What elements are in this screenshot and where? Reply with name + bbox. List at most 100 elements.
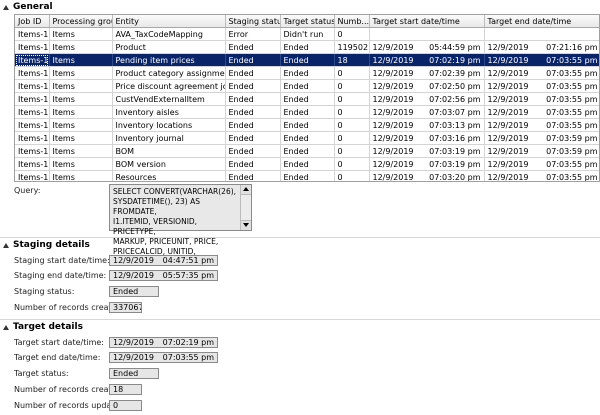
staging-status-cell[interactable]: Ended xyxy=(225,118,281,132)
number-cell[interactable]: 0 xyxy=(334,105,370,119)
entity-cell[interactable]: CustVendExternalItem xyxy=(112,92,226,106)
job-id-cell[interactable]: Items-1 xyxy=(15,66,50,80)
staging-status-cell[interactable]: Ended xyxy=(225,157,281,171)
entity-cell[interactable]: Product category assignment xyxy=(112,66,226,80)
column-header-processing-group[interactable]: Processing group xyxy=(49,15,113,28)
target-end-field[interactable]: 12/9/2019 07:03:55 pm xyxy=(109,352,218,363)
processing-group-cell[interactable]: Items xyxy=(49,92,113,106)
target-end-cell[interactable] xyxy=(484,27,599,41)
table-row[interactable]: Items-1 Items AVA_TaxCodeMapping Error Didn'… xyxy=(15,27,599,41)
target-updated-field[interactable]: 0 xyxy=(109,400,142,411)
target-start-cell[interactable]: 12/9/2019 07:03:20 pm xyxy=(369,170,485,181)
target-created-field[interactable]: 18 xyxy=(109,384,142,395)
entity-cell[interactable]: Inventory aisles xyxy=(112,105,226,119)
column-header-target-end[interactable]: Target end date/time xyxy=(484,15,599,28)
target-start-cell[interactable]: 12/9/2019 05:44:59 pm xyxy=(369,40,485,54)
target-end-cell[interactable]: 12/9/2019 07:03:55 pm xyxy=(484,118,599,132)
query-textbox[interactable]: SELECT CONVERT(VARCHAR(26), SYSDATETIME(… xyxy=(109,184,252,256)
target-status-cell[interactable]: Ended xyxy=(280,157,335,171)
table-row[interactable]: Items-1 Items BOM version Ended Ended 0 12/9/2… xyxy=(15,157,599,171)
processing-group-cell[interactable]: Items xyxy=(49,131,113,145)
job-id-cell[interactable]: Items-1 xyxy=(15,79,50,93)
scroll-down-button[interactable] xyxy=(241,220,251,230)
number-cell[interactable]: 119502 xyxy=(334,40,370,54)
staging-status-cell[interactable]: Ended xyxy=(225,92,281,106)
entity-cell[interactable]: Product xyxy=(112,40,226,54)
table-row[interactable]: Items-1 Items Inventory aisles Ended Ended 0 1… xyxy=(15,105,599,119)
number-cell[interactable]: 18 xyxy=(334,53,370,67)
column-header-job-id[interactable]: Job ID xyxy=(15,15,50,28)
processing-group-cell[interactable]: Items xyxy=(49,144,113,158)
job-id-cell[interactable]: Items-1 xyxy=(15,40,50,54)
target-end-cell[interactable]: 12/9/2019 07:03:55 pm xyxy=(484,92,599,106)
job-id-cell[interactable]: Items-1 xyxy=(15,157,50,171)
staging-status-cell[interactable]: Ended xyxy=(225,105,281,119)
processing-group-cell[interactable]: Items xyxy=(49,170,113,181)
staging-status-cell[interactable]: Ended xyxy=(225,53,281,67)
target-start-cell[interactable]: 12/9/2019 07:03:16 pm xyxy=(369,131,485,145)
target-end-cell[interactable]: 12/9/2019 07:03:55 pm xyxy=(484,170,599,181)
target-status-cell[interactable]: Ended xyxy=(280,170,335,181)
staging-records-field[interactable]: 337067 xyxy=(109,302,142,313)
job-id-cell[interactable]: Items-1 xyxy=(15,92,50,106)
staging-status-cell[interactable]: Ended xyxy=(225,79,281,93)
table-row[interactable]: Items-1 Items BOM Ended Ended 0 12/9/2019 07:03… xyxy=(15,144,599,158)
job-id-cell[interactable]: Items-1 xyxy=(15,144,50,158)
target-end-cell[interactable]: 12/9/2019 07:21:16 pm xyxy=(484,40,599,54)
collapse-triangle-icon[interactable] xyxy=(3,4,9,10)
number-cell[interactable]: 0 xyxy=(334,170,370,181)
target-end-cell[interactable]: 12/9/2019 07:03:55 pm xyxy=(484,157,599,171)
staging-status-cell[interactable]: Ended xyxy=(225,66,281,80)
target-status-cell[interactable]: Ended xyxy=(280,40,335,54)
target-end-cell[interactable]: 12/9/2019 07:03:55 pm xyxy=(484,105,599,119)
column-header-target-status[interactable]: Target status xyxy=(280,15,335,28)
job-id-cell[interactable]: Items-1 xyxy=(15,27,50,41)
staging-end-field[interactable]: 12/9/2019 05:57:35 pm xyxy=(109,270,218,281)
target-status-cell[interactable]: Ended xyxy=(280,53,335,67)
query-scrollbar[interactable] xyxy=(240,185,251,230)
processing-group-cell[interactable]: Items xyxy=(49,66,113,80)
target-status-cell[interactable]: Didn't run xyxy=(280,27,335,41)
processing-group-cell[interactable]: Items xyxy=(49,53,113,67)
scroll-up-button[interactable] xyxy=(241,185,251,195)
processing-group-cell[interactable]: Items xyxy=(49,40,113,54)
target-end-cell[interactable]: 12/9/2019 07:03:55 pm xyxy=(484,66,599,80)
target-end-cell[interactable]: 12/9/2019 07:03:55 pm xyxy=(484,53,599,67)
processing-group-cell[interactable]: Items xyxy=(49,118,113,132)
staging-start-field[interactable]: 12/9/2019 04:47:51 pm xyxy=(109,255,218,266)
target-end-cell[interactable]: 12/9/2019 07:03:59 pm xyxy=(484,144,599,158)
target-status-cell[interactable]: Ended xyxy=(280,131,335,145)
collapse-triangle-icon[interactable] xyxy=(3,324,9,330)
jobs-grid[interactable]: Job ID Processing group Entity Staging s… xyxy=(14,14,600,182)
processing-group-cell[interactable]: Items xyxy=(49,27,113,41)
target-start-cell[interactable]: 12/9/2019 07:03:19 pm xyxy=(369,157,485,171)
target-start-cell[interactable]: 12/9/2019 07:03:07 pm xyxy=(369,105,485,119)
job-id-cell[interactable]: Items-1 xyxy=(15,131,50,145)
target-status-cell[interactable]: Ended xyxy=(280,79,335,93)
column-header-entity[interactable]: Entity xyxy=(112,15,226,28)
target-status-cell[interactable]: Ended xyxy=(280,118,335,132)
number-cell[interactable]: 0 xyxy=(334,131,370,145)
target-end-cell[interactable]: 12/9/2019 07:03:59 pm xyxy=(484,131,599,145)
column-header-target-start[interactable]: Target start date/time xyxy=(369,15,485,28)
entity-cell[interactable]: Inventory journal xyxy=(112,131,226,145)
target-start-cell[interactable] xyxy=(369,27,485,41)
job-id-cell[interactable]: Items-1 xyxy=(15,118,50,132)
collapse-triangle-icon[interactable] xyxy=(3,242,9,248)
staging-status-cell[interactable]: Ended xyxy=(225,131,281,145)
number-cell[interactable]: 0 xyxy=(334,27,370,41)
table-row[interactable]: Items-1 Items Inventory journal Ended Ended 0… xyxy=(15,131,599,145)
processing-group-cell[interactable]: Items xyxy=(49,79,113,93)
target-start-cell[interactable]: 12/9/2019 07:03:13 pm xyxy=(369,118,485,132)
staging-status-field[interactable]: Ended xyxy=(109,286,159,297)
target-start-cell[interactable]: 12/9/2019 07:02:56 pm xyxy=(369,92,485,106)
target-start-cell[interactable]: 12/9/2019 07:02:19 pm xyxy=(369,53,485,67)
target-status-cell[interactable]: Ended xyxy=(280,105,335,119)
number-cell[interactable]: 0 xyxy=(334,157,370,171)
number-cell[interactable]: 0 xyxy=(334,92,370,106)
entity-cell[interactable]: BOM xyxy=(112,144,226,158)
staging-status-cell[interactable]: Ended xyxy=(225,40,281,54)
staging-status-cell[interactable]: Ended xyxy=(225,144,281,158)
table-row[interactable]: Items-1ItemsPrice discount agreement jou… xyxy=(15,79,599,93)
job-id-cell[interactable]: Items-1 xyxy=(15,105,50,119)
